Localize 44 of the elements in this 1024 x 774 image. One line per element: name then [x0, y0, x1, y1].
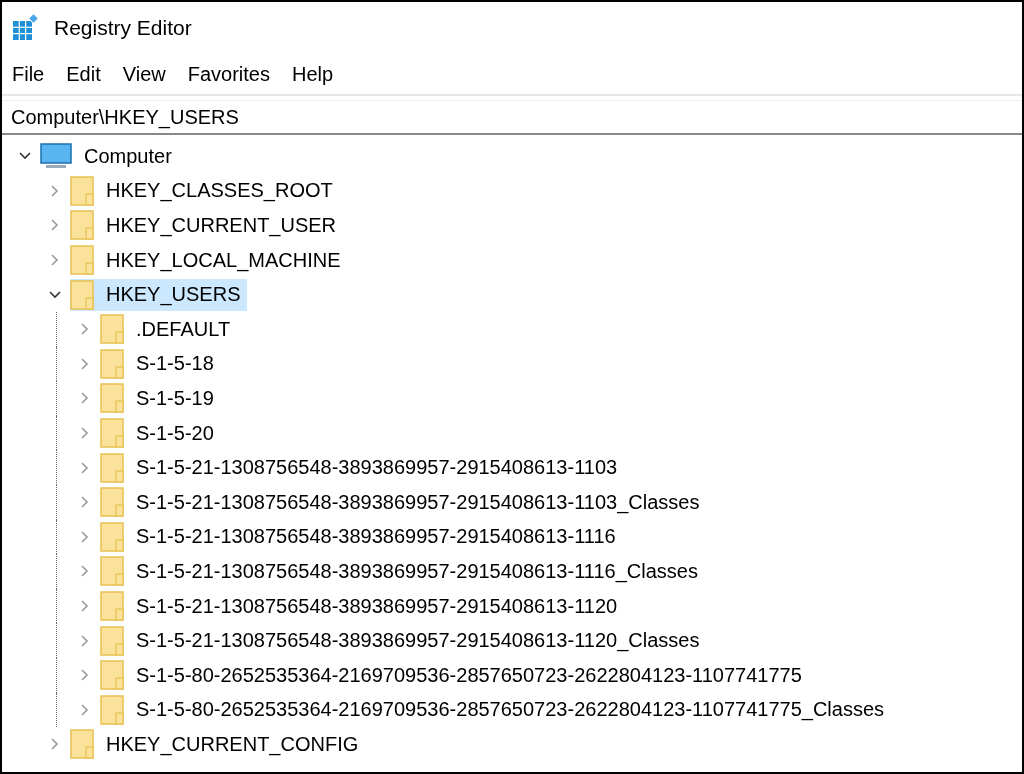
folder-icon	[100, 348, 124, 379]
folder-icon	[100, 625, 124, 656]
menu-item[interactable]: Favorites	[187, 62, 270, 86]
tree-item[interactable]: S-1-5-80-2652535364-2169709536-2857650723-2622804123-1107741775	[100, 659, 808, 692]
tree-item[interactable]: HKEY_USERS	[70, 278, 247, 311]
tree-item[interactable]: S-1-5-21-1308756548-3893869957-2915408613-1103_Classes	[100, 486, 706, 519]
folder-icon	[100, 521, 124, 552]
folder-icon	[70, 245, 94, 276]
tree-item[interactable]: S-1-5-21-1308756548-3893869957-2915408613-1116	[100, 520, 622, 553]
window-title: Registry Editor	[54, 16, 192, 40]
registry-grid-icon	[12, 14, 40, 42]
folder-icon	[100, 694, 124, 725]
tree-item[interactable]: HKEY_CURRENT_USER	[70, 209, 343, 242]
folder-icon	[100, 556, 124, 587]
address-bar[interactable]: Computer\HKEY_USERS	[2, 100, 1022, 135]
monitor-icon	[40, 143, 72, 170]
folder-icon	[70, 210, 94, 241]
tree-item[interactable]: HKEY_CLASSES_ROOT	[70, 174, 339, 207]
tree-item[interactable]: HKEY_LOCAL_MACHINE	[70, 244, 347, 277]
folder-icon	[100, 383, 124, 414]
tree-item[interactable]: S-1-5-21-1308756548-3893869957-2915408613-1120	[100, 590, 624, 622]
folder-icon	[70, 729, 94, 760]
tree-item[interactable]: Computer	[40, 140, 178, 173]
tree-item[interactable]: S-1-5-21-1308756548-3893869957-2915408613-1116_Classes	[100, 555, 704, 588]
tree-item[interactable]: .DEFAULT	[100, 313, 237, 346]
menu-item[interactable]: Edit	[66, 62, 101, 86]
menu-item[interactable]: View	[122, 62, 166, 86]
folder-icon	[100, 418, 124, 449]
folder-icon	[100, 660, 124, 691]
folder-icon	[100, 314, 124, 345]
folder-icon	[70, 175, 94, 206]
tree-item[interactable]: S-1-5-18	[100, 347, 220, 380]
menu-item[interactable]: File	[12, 62, 45, 86]
tree-item[interactable]: HKEY_CURRENT_CONFIG	[70, 728, 365, 761]
tree-item[interactable]: S-1-5-20	[100, 417, 220, 450]
folder-icon	[70, 279, 94, 310]
tree-item[interactable]: S-1-5-19	[100, 382, 220, 415]
folder-icon	[100, 591, 124, 621]
tree-item[interactable]: S-1-5-21-1308756548-3893869957-2915408613-1103	[100, 451, 624, 484]
tree-item[interactable]: S-1-5-80-2652535364-2169709536-2857650723-2622804123-1107741775_Classes	[100, 693, 891, 726]
folder-icon	[100, 487, 124, 518]
folder-icon	[100, 452, 124, 483]
tree-item[interactable]: S-1-5-21-1308756548-3893869957-2915408613-1120_Classes	[100, 624, 706, 657]
menu-item[interactable]: Help	[291, 62, 334, 86]
